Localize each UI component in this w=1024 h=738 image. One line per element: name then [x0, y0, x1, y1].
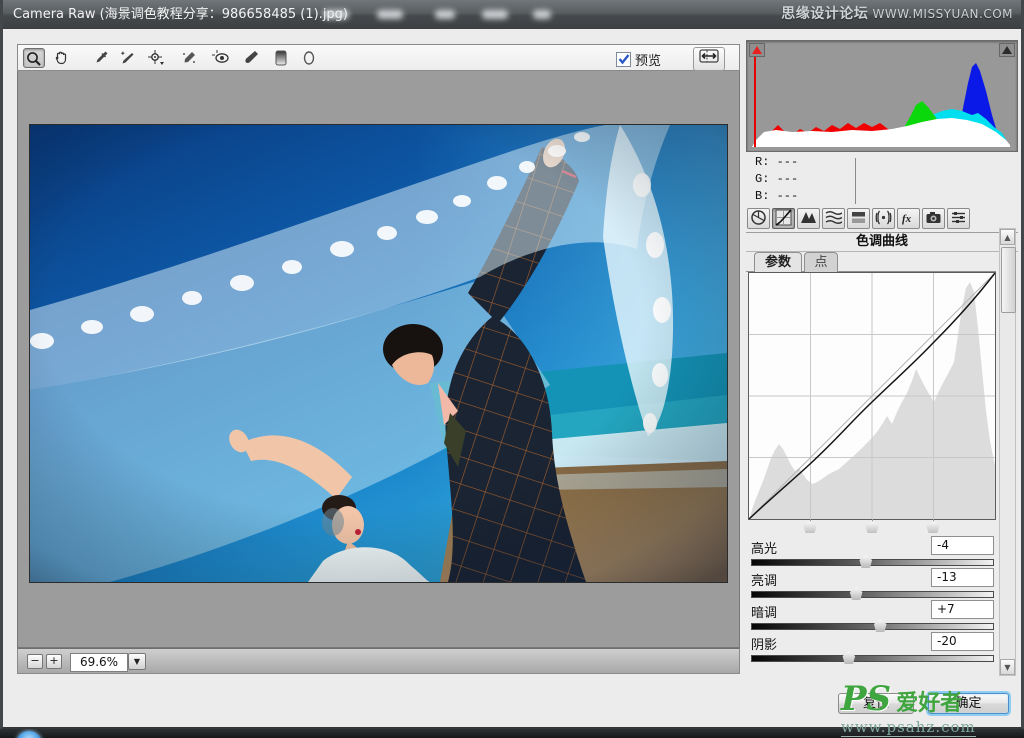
preview-label: 预览: [635, 54, 661, 69]
svg-text:fx: fx: [902, 213, 912, 225]
slider-label: 亮调: [751, 570, 777, 589]
color-sampler-tool-icon[interactable]: [116, 48, 138, 68]
preview-control: 预览: [616, 50, 661, 66]
zoom-out-button[interactable]: −: [27, 654, 43, 669]
panel-header: 色调曲线: [746, 232, 1018, 252]
slider-thumb[interactable]: [849, 587, 864, 600]
blurred-menu-item: [533, 10, 551, 19]
tab-parametric[interactable]: 参数: [754, 252, 802, 272]
camera-raw-dialog: Camera Raw (海景调色教程分享：986658485 (1).jpg) …: [0, 0, 1024, 730]
slider-label: 暗调: [751, 602, 777, 621]
slider-row-shadows: 阴影 -20: [750, 634, 996, 666]
histogram: [746, 40, 1018, 152]
split-toning-tab-icon[interactable]: [847, 208, 870, 229]
slider-row-lights: 亮调 -13: [750, 570, 996, 602]
slider-value-field[interactable]: +7: [931, 600, 994, 619]
slider-thumb[interactable]: [873, 619, 888, 632]
midtone-split-handle[interactable]: [864, 521, 880, 533]
adjustment-brush-tool-icon[interactable]: [240, 48, 262, 68]
slider-track[interactable]: [751, 655, 994, 662]
taskbar[interactable]: [0, 729, 1024, 738]
readout-divider: [855, 158, 856, 204]
detail-tab-icon[interactable]: [797, 208, 820, 229]
shadow-split-handle[interactable]: [802, 521, 818, 533]
image-canvas[interactable]: [17, 71, 740, 648]
zoom-in-button[interactable]: +: [46, 654, 62, 669]
hsl-grayscale-tab-icon[interactable]: [822, 208, 845, 229]
blurred-menu-item: [323, 10, 349, 19]
title-bar[interactable]: Camera Raw (海景调色教程分享：986658485 (1).jpg) …: [3, 0, 1021, 29]
slider-track[interactable]: [751, 559, 994, 566]
highlight-clipping-warning-icon[interactable]: [999, 43, 1015, 57]
highlight-split-handle[interactable]: [925, 521, 941, 533]
slider-value-field[interactable]: -13: [931, 568, 994, 587]
site-name: 思缘设计论坛: [781, 6, 868, 22]
slider-thumb[interactable]: [858, 555, 873, 568]
scrollbar-thumb[interactable]: [1001, 247, 1016, 313]
slider-label: 阴影: [751, 634, 777, 653]
ok-button[interactable]: 确定: [928, 693, 1009, 714]
slider-track[interactable]: [751, 591, 994, 598]
tab-point[interactable]: 点: [804, 252, 838, 272]
tool-bar: 预览: [17, 44, 740, 71]
blurred-menu-item: [377, 10, 403, 19]
radial-filter-tool-icon[interactable]: [298, 48, 320, 68]
site-watermark: 思缘设计论坛 WWW.MISSYUAN.COM: [781, 0, 1013, 29]
slider-thumb[interactable]: [841, 651, 856, 664]
shadow-clipping-warning-icon[interactable]: [749, 43, 765, 57]
slider-value-field[interactable]: -4: [931, 536, 994, 555]
blurred-menu-item: [435, 10, 455, 19]
hand-tool-icon[interactable]: [50, 48, 72, 68]
lens-corrections-tab-icon[interactable]: [872, 208, 895, 229]
window-title: Camera Raw (海景调色教程分享：986658485 (1).jpg): [13, 0, 348, 29]
scroll-up-icon[interactable]: ▲: [1000, 229, 1015, 245]
zoom-tool-icon[interactable]: [23, 48, 45, 68]
tone-curve-graph[interactable]: [748, 272, 996, 520]
panel-scrollbar[interactable]: ▲ ▼: [999, 228, 1016, 676]
toggle-fullscreen-icon[interactable]: [693, 47, 725, 71]
zoom-bar: − + 69.6% ▼: [17, 648, 740, 674]
rgb-readout-g: G: ---: [755, 172, 895, 189]
rgb-readout-r: R: ---: [755, 155, 895, 172]
panel-title: 色调曲线: [856, 234, 908, 249]
red-eye-tool-icon[interactable]: [210, 48, 232, 68]
scroll-down-icon[interactable]: ▼: [1000, 659, 1015, 675]
targeted-adjustment-tool-icon[interactable]: [146, 48, 168, 68]
start-orb-icon[interactable]: [16, 731, 42, 738]
graduated-filter-tool-icon[interactable]: [270, 48, 292, 68]
spot-removal-tool-icon[interactable]: [178, 48, 200, 68]
dialog-body: 预览: [3, 29, 1021, 727]
zoom-dropdown-button[interactable]: ▼: [128, 653, 146, 670]
preview-checkbox[interactable]: [616, 52, 631, 67]
presets-tab-icon[interactable]: [947, 208, 970, 229]
white-balance-tool-icon[interactable]: [90, 48, 112, 68]
zoom-level-field[interactable]: 69.6%: [70, 653, 128, 672]
blurred-menu-item: [482, 10, 508, 19]
reset-button[interactable]: 复位: [838, 693, 914, 714]
rgb-readout-b: B: ---: [755, 189, 895, 206]
camera-calibration-tab-icon[interactable]: [922, 208, 945, 229]
slider-track[interactable]: [751, 623, 994, 630]
photo-preview[interactable]: [30, 125, 727, 582]
site-url: WWW.MISSYUAN.COM: [873, 7, 1013, 21]
slider-row-darks: 暗调 +7: [750, 602, 996, 634]
slider-row-highlights: 高光 -4: [750, 538, 996, 570]
effects-tab-icon[interactable]: fx: [897, 208, 920, 229]
slider-label: 高光: [751, 538, 777, 557]
tone-curve-tab-icon[interactable]: [772, 208, 795, 229]
basic-tab-icon[interactable]: [747, 208, 770, 229]
slider-value-field[interactable]: -20: [931, 632, 994, 651]
